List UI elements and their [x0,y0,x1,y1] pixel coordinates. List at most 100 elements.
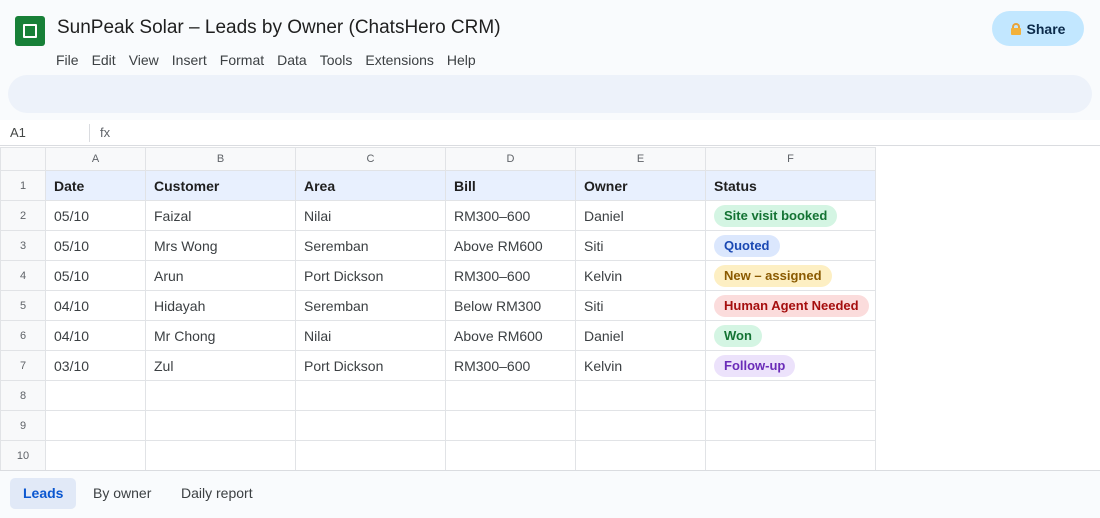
row-number[interactable]: 5 [0,290,46,321]
document-title[interactable]: SunPeak Solar – Leads by Owner (ChatsHer… [57,17,501,39]
header-cell-date[interactable]: Date [45,170,146,201]
cell-status[interactable]: Quoted [705,230,876,261]
header-cell-bill[interactable]: Bill [445,170,576,201]
cell-area[interactable] [295,380,446,411]
cell-date[interactable] [45,440,146,471]
spreadsheet-grid: A B C D E F 1 Date Customer Area Bill Ow… [0,147,1100,471]
share-button[interactable]: Share [992,11,1084,46]
cell-status[interactable]: Follow-up [705,350,876,381]
cell-area[interactable] [295,410,446,441]
cell-date[interactable] [45,380,146,411]
sheet-tab-leads[interactable]: Leads [10,478,77,509]
menu-help[interactable]: Help [447,52,476,68]
cell-date[interactable]: 04/10 [45,320,146,351]
cell-owner[interactable]: Daniel [575,320,706,351]
cell-status[interactable]: Won [705,320,876,351]
cell-owner[interactable] [575,440,706,471]
cell-bill[interactable] [445,410,576,441]
cell-customer[interactable]: Zul [145,350,296,381]
row-number[interactable]: 4 [0,260,46,291]
cell-area[interactable]: Nilai [295,200,446,231]
column-header-c[interactable]: C [295,147,446,171]
cell-area[interactable]: Seremban [295,290,446,321]
table-row: 6 04/10 Mr Chong Nilai Above RM600 Daniel Won [0,320,876,351]
cell-status[interactable]: New – assigned [705,260,876,291]
row-number[interactable]: 6 [0,320,46,351]
column-header-b[interactable]: B [145,147,296,171]
header-cell-customer[interactable]: Customer [145,170,296,201]
cell-status[interactable]: Site visit booked [705,200,876,231]
cell-area[interactable] [295,440,446,471]
cell-status[interactable]: Human Agent Needed [705,290,876,321]
sheet-tab-daily-report[interactable]: Daily report [168,478,266,509]
sheet-tab-by-owner[interactable]: By owner [80,478,164,509]
cell-bill[interactable]: Above RM600 [445,320,576,351]
menu-data[interactable]: Data [277,52,307,68]
cell-customer[interactable]: Faizal [145,200,296,231]
cell-area[interactable]: Port Dickson [295,350,446,381]
row-number[interactable]: 3 [0,230,46,261]
row-number[interactable]: 1 [0,170,46,201]
cell-customer[interactable] [145,380,296,411]
menu-tools[interactable]: Tools [320,52,353,68]
column-header-e[interactable]: E [575,147,706,171]
cell-status[interactable] [705,440,876,471]
cell-area[interactable]: Port Dickson [295,260,446,291]
toolbar[interactable] [8,75,1092,113]
cell-area[interactable]: Nilai [295,320,446,351]
cell-date[interactable]: 05/10 [45,230,146,261]
cell-bill[interactable] [445,440,576,471]
menu-file[interactable]: File [56,52,79,68]
cell-bill[interactable]: Below RM300 [445,290,576,321]
row-number[interactable]: 10 [0,440,46,471]
cell-customer[interactable]: Mr Chong [145,320,296,351]
column-header-d[interactable]: D [445,147,576,171]
cell-customer[interactable]: Hidayah [145,290,296,321]
cell-owner[interactable]: Siti [575,290,706,321]
column-header-a[interactable]: A [45,147,146,171]
column-header-f[interactable]: F [705,147,876,171]
cell-owner[interactable]: Daniel [575,200,706,231]
header-cell-status[interactable]: Status [705,170,876,201]
cell-customer[interactable]: Arun [145,260,296,291]
table-row: 10 [0,440,876,471]
cell-owner[interactable]: Kelvin [575,260,706,291]
cell-owner[interactable]: Kelvin [575,350,706,381]
cell-customer[interactable]: Mrs Wong [145,230,296,261]
row-number[interactable]: 8 [0,380,46,411]
cell-bill[interactable]: RM300–600 [445,200,576,231]
sheets-logo-icon[interactable] [15,16,45,46]
row-number[interactable]: 2 [0,200,46,231]
table-row: 8 [0,380,876,411]
cell-bill[interactable]: RM300–600 [445,260,576,291]
menu-edit[interactable]: Edit [92,52,116,68]
cell-date[interactable]: 05/10 [45,200,146,231]
cell-status[interactable] [705,410,876,441]
row-number[interactable]: 9 [0,410,46,441]
cell-status[interactable] [705,380,876,411]
menu-extensions[interactable]: Extensions [365,52,433,68]
row-number[interactable]: 7 [0,350,46,381]
menu-view[interactable]: View [129,52,159,68]
select-all-corner[interactable] [0,147,46,171]
cell-bill[interactable]: RM300–600 [445,350,576,381]
cell-date[interactable]: 03/10 [45,350,146,381]
cell-customer[interactable] [145,410,296,441]
cell-owner[interactable] [575,380,706,411]
menu-insert[interactable]: Insert [172,52,207,68]
cell-owner[interactable]: Siti [575,230,706,261]
header-cell-area[interactable]: Area [295,170,446,201]
cell-date[interactable]: 04/10 [45,290,146,321]
cell-bill[interactable] [445,380,576,411]
menu-format[interactable]: Format [220,52,264,68]
cell-area[interactable]: Seremban [295,230,446,261]
header-cell-owner[interactable]: Owner [575,170,706,201]
name-box[interactable]: A1 [10,125,26,140]
cell-date[interactable] [45,410,146,441]
cell-owner[interactable] [575,410,706,441]
cell-customer[interactable] [145,440,296,471]
cell-bill[interactable]: Above RM600 [445,230,576,261]
cell-date[interactable]: 05/10 [45,260,146,291]
share-label: Share [1026,20,1066,37]
table-row: 9 [0,410,876,441]
